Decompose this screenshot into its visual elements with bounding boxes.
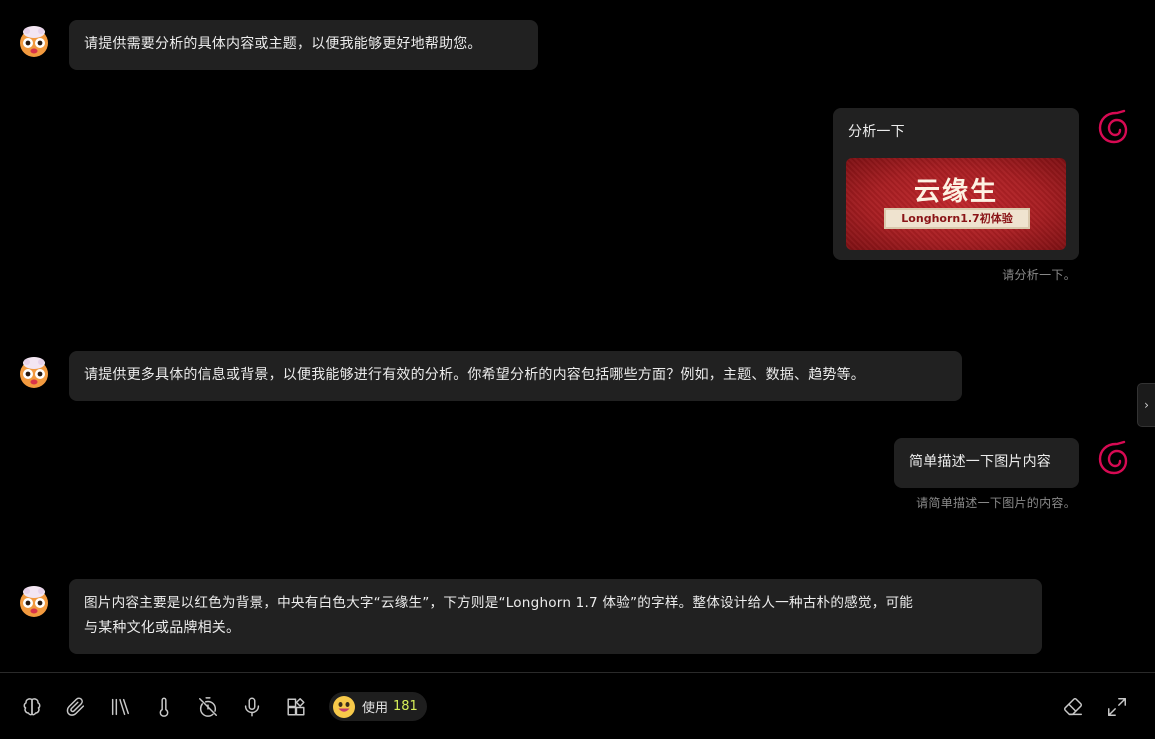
- mascot-icon: [20, 357, 48, 388]
- image-subtitle-text: Longhorn1.7初体验: [884, 208, 1030, 229]
- eraser-icon: [1063, 697, 1083, 716]
- message-text: 请提供更多具体的信息或背景，以便我能够进行有效的分析。你希望分析的内容包括哪些方…: [84, 367, 865, 383]
- swirl-logo-icon: [1098, 109, 1128, 144]
- library-button[interactable]: [108, 695, 132, 719]
- message-caption: 请分析一下。: [1002, 268, 1076, 282]
- paperclip-icon: [66, 697, 85, 716]
- assistant-bubble: 请提供需要分析的具体内容或主题，以便我能够更好地帮助您。: [69, 20, 538, 70]
- usage-count: 181: [393, 699, 418, 714]
- microphone-icon: [244, 697, 260, 717]
- input-toolbar: 使用 181: [0, 672, 1155, 739]
- usage-badge[interactable]: 使用 181: [329, 692, 427, 721]
- chat-app: 请提供需要分析的具体内容或主题，以便我能够更好地帮助您。 分析一下 云缘生 Lo…: [0, 0, 1155, 739]
- user-avatar: [1096, 109, 1132, 145]
- clear-button[interactable]: [1061, 695, 1085, 719]
- side-panel-toggle[interactable]: ›: [1137, 383, 1155, 427]
- temperature-button[interactable]: [152, 695, 176, 719]
- library-icon: [111, 698, 129, 716]
- assistant-avatar: [16, 22, 52, 58]
- message-text: 请提供需要分析的具体内容或主题，以便我能够更好地帮助您。: [84, 36, 482, 52]
- message-text-line: 与某种文化或品牌相关。: [84, 620, 241, 636]
- assistant-bubble: 请提供更多具体的信息或背景，以便我能够进行有效的分析。你希望分析的内容包括哪些方…: [69, 351, 962, 401]
- microphone-button[interactable]: [240, 695, 264, 719]
- image-title-text: 云缘生: [913, 177, 998, 207]
- brain-button[interactable]: [20, 695, 44, 719]
- message-text-line: 图片内容主要是以红色为背景，中央有白色大字“云缘生”，下方则是“Longhorn…: [84, 595, 914, 611]
- assistant-avatar: [16, 582, 52, 618]
- message-caption: 请简单描述一下图片的内容。: [916, 496, 1076, 510]
- expand-button[interactable]: [1105, 695, 1129, 719]
- mascot-icon: [20, 26, 48, 57]
- brain-icon: [23, 698, 41, 716]
- message-text: 简单描述一下图片内容: [909, 454, 1051, 470]
- usage-label: 使用: [362, 701, 389, 716]
- user-avatar: [1096, 440, 1132, 476]
- chat-area: 请提供需要分析的具体内容或主题，以便我能够更好地帮助您。 分析一下 云缘生 Lo…: [0, 0, 1155, 672]
- timer-off-button[interactable]: [196, 695, 220, 719]
- attached-image[interactable]: 云缘生 Longhorn1.7初体验: [846, 158, 1066, 250]
- smiley-face-icon: [333, 695, 355, 718]
- plugin-button[interactable]: [284, 695, 308, 719]
- mascot-icon: [20, 586, 48, 617]
- message-text: 分析一下: [848, 124, 905, 140]
- assistant-avatar: [16, 353, 52, 389]
- plugin-icon: [287, 698, 305, 716]
- assistant-bubble: 图片内容主要是以红色为背景，中央有白色大字“云缘生”，下方则是“Longhorn…: [69, 579, 1042, 654]
- expand-icon: [1108, 698, 1126, 716]
- thermometer-icon: [159, 697, 169, 717]
- attach-button[interactable]: [64, 695, 88, 719]
- user-bubble: 简单描述一下图片内容: [894, 438, 1079, 488]
- chevron-right-icon: ›: [1144, 398, 1149, 412]
- timer-off-icon: [199, 697, 217, 717]
- swirl-logo-icon: [1098, 440, 1128, 475]
